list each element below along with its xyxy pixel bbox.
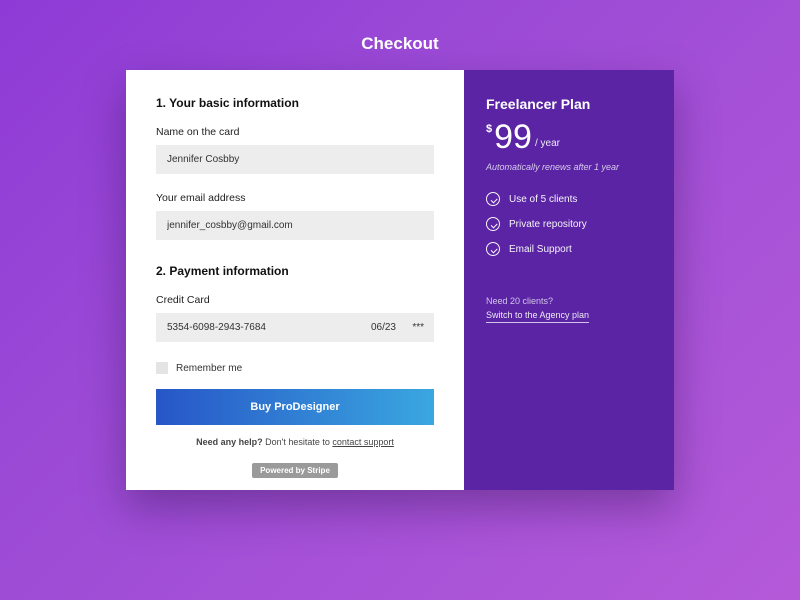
cc-number-input[interactable]: [156, 313, 356, 342]
cc-row: [156, 313, 434, 342]
price-line: $ 99 / year: [486, 120, 652, 154]
feature-label: Use of 5 clients: [509, 194, 577, 205]
cc-label: Credit Card: [156, 294, 434, 306]
check-icon: [486, 242, 500, 256]
feature-item: Private repository: [486, 217, 652, 231]
feature-label: Private repository: [509, 219, 587, 230]
buy-button[interactable]: Buy ProDesigner: [156, 389, 434, 425]
feature-item: Email Support: [486, 242, 652, 256]
section-basic-heading: 1. Your basic information: [156, 96, 434, 110]
upsell-link[interactable]: Switch to the Agency plan: [486, 310, 589, 323]
checkout-card: 1. Your basic information Name on the ca…: [126, 70, 674, 490]
name-input[interactable]: [156, 145, 434, 174]
page-title: Checkout: [361, 34, 438, 54]
remember-row: Remember me: [156, 362, 434, 374]
upsell-question: Need 20 clients?: [486, 296, 652, 306]
check-icon: [486, 217, 500, 231]
email-input[interactable]: [156, 211, 434, 240]
check-icon: [486, 192, 500, 206]
price-period: / year: [535, 138, 560, 149]
help-line: Need any help? Don't hesitate to contact…: [156, 437, 434, 447]
remember-checkbox[interactable]: [156, 362, 168, 374]
cc-exp-input[interactable]: [356, 313, 402, 342]
form-panel: 1. Your basic information Name on the ca…: [126, 70, 464, 490]
feature-label: Email Support: [509, 244, 572, 255]
feature-item: Use of 5 clients: [486, 192, 652, 206]
name-label: Name on the card: [156, 126, 434, 138]
contact-support-link[interactable]: contact support: [332, 437, 394, 447]
renewal-note: Automatically renews after 1 year: [486, 162, 652, 172]
section-payment-heading: 2. Payment information: [156, 264, 434, 278]
cc-cvc-input[interactable]: [402, 313, 434, 342]
powered-by-badge: Powered by Stripe: [252, 463, 338, 478]
price-value: 99: [494, 120, 532, 154]
remember-label: Remember me: [176, 363, 242, 374]
plan-name: Freelancer Plan: [486, 96, 652, 112]
upsell-block: Need 20 clients? Switch to the Agency pl…: [486, 296, 652, 323]
currency-symbol: $: [486, 123, 492, 135]
plan-panel: Freelancer Plan $ 99 / year Automaticall…: [464, 70, 674, 490]
help-rest: Don't hesitate to: [263, 437, 333, 447]
help-bold: Need any help?: [196, 437, 263, 447]
email-label: Your email address: [156, 192, 434, 204]
